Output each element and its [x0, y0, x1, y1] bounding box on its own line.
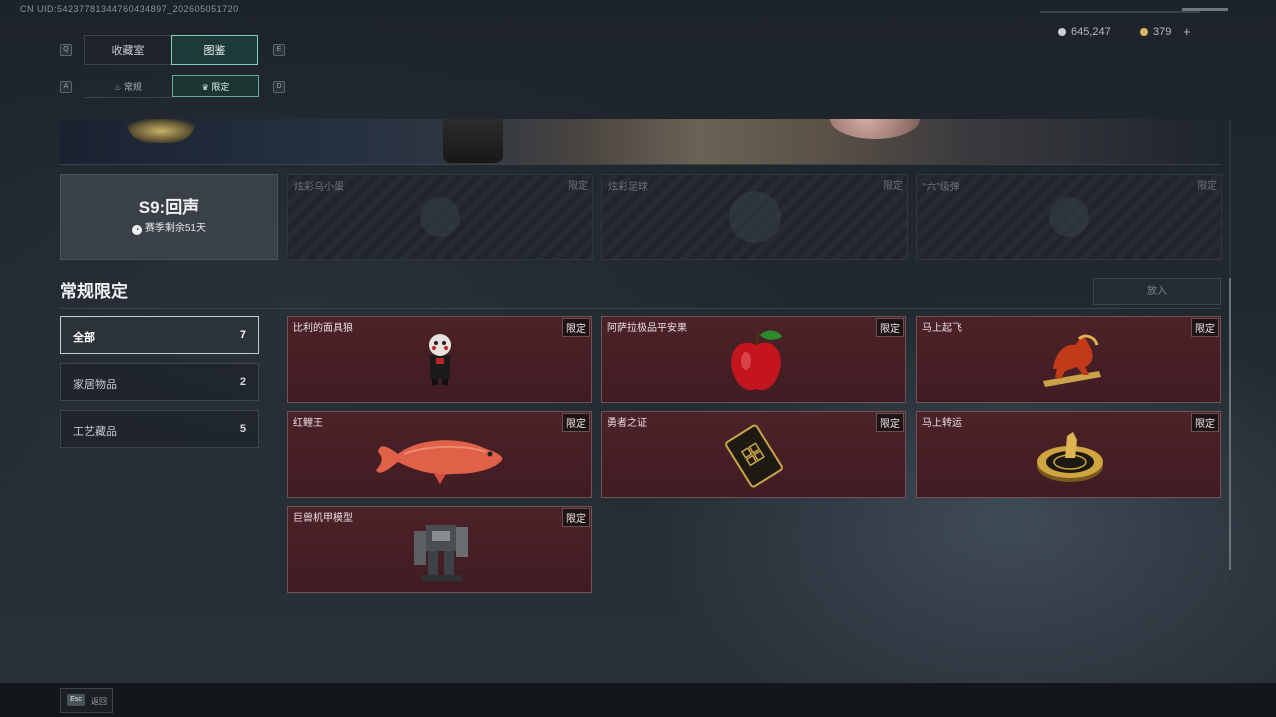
- item-name: 阿萨拉极品平安果: [607, 323, 687, 334]
- item-card[interactable]: 马上转运 限定: [916, 411, 1221, 498]
- item-name: 比利的面具狼: [293, 323, 353, 334]
- locked-item-name: “六”级弹: [923, 182, 960, 193]
- subtab-limited-label: 限定: [211, 82, 230, 92]
- limited-badge: 限定: [883, 181, 903, 192]
- section-title: 常规限定: [60, 282, 128, 301]
- subtab-prev-key[interactable]: A: [60, 81, 72, 93]
- section-divider: [60, 308, 1221, 309]
- banner-ornament: [126, 119, 196, 143]
- locked-item-name: 炫彩足球: [608, 182, 648, 193]
- season-remaining-text: 赛季剩余51天: [144, 223, 206, 234]
- tab-codex[interactable]: 图鉴: [171, 35, 258, 65]
- limited-badge: 限定: [562, 413, 590, 432]
- tab-prev-key[interactable]: Q: [60, 44, 72, 56]
- top-right-accent-line: [1040, 11, 1200, 13]
- filter-crafts[interactable]: 工艺藏品 5: [60, 410, 259, 448]
- top-right-accent-line: [1182, 8, 1228, 11]
- filter-count: 7: [239, 329, 246, 341]
- silver-coin-icon: [1058, 28, 1066, 37]
- item-card[interactable]: 阿萨拉极品平安果 限定: [601, 316, 906, 403]
- esc-key-icon: Esc: [67, 694, 85, 706]
- puppet-icon: [429, 334, 451, 385]
- badge-card-icon: [725, 424, 783, 488]
- gold-amount: 379: [1153, 26, 1172, 38]
- back-label: 返回: [91, 697, 107, 706]
- item-name: 勇者之证: [607, 418, 647, 429]
- carp-icon: [376, 440, 503, 484]
- horse-disk-icon: [1037, 432, 1103, 482]
- filter-count: 5: [239, 423, 246, 435]
- gold-currency: 379: [1140, 26, 1171, 38]
- subtab-regular[interactable]: ♨ 常规: [84, 76, 172, 98]
- item-name: 红鲤王: [293, 418, 323, 429]
- football-silhouette-icon: [728, 191, 781, 243]
- clock-icon: ◔: [132, 225, 143, 235]
- locked-item-card[interactable]: 炫彩足球 限定: [601, 174, 908, 260]
- silver-amount: 645,247: [1071, 26, 1111, 38]
- player-uid: CN UID:54237781344760434897_202605051720: [20, 4, 239, 14]
- item-card[interactable]: 红鲤王 限定: [287, 411, 592, 498]
- subtab-regular-label: 常规: [123, 82, 142, 92]
- limited-badge: 限定: [562, 318, 590, 337]
- banner-sphere: [830, 119, 920, 139]
- locked-item-card[interactable]: “六”级弹 限定: [916, 174, 1222, 260]
- filter-all[interactable]: 全部 7: [60, 316, 259, 354]
- item-name: 马上转运: [922, 418, 962, 429]
- silver-currency: 645,247: [1058, 26, 1111, 38]
- horse-statue-icon: [1043, 334, 1101, 387]
- footer-bar: [0, 683, 1276, 717]
- egg-silhouette-icon: [420, 197, 460, 237]
- filter-label: 全部: [73, 332, 95, 344]
- locked-item-card[interactable]: 炫彩乌小蛋 限定: [287, 174, 593, 260]
- bullet-silhouette-icon: [1049, 197, 1089, 237]
- locked-item-name: 炫彩乌小蛋: [294, 182, 344, 193]
- item-card[interactable]: 比利的面具狼 限定: [287, 316, 592, 403]
- crown-icon: ♛: [201, 83, 209, 92]
- scrollbar-thumb[interactable]: [1229, 278, 1231, 570]
- add-currency-button[interactable]: +: [1183, 24, 1191, 39]
- tab-collection-room[interactable]: 收藏室: [84, 35, 172, 65]
- filter-label: 工艺藏品: [73, 426, 117, 438]
- limited-badge: 限定: [876, 318, 904, 337]
- flame-icon: ♨: [114, 83, 122, 92]
- limited-badge: 限定: [876, 413, 904, 432]
- season-remaining: ◔ 赛季剩余51天: [61, 219, 277, 235]
- mech-model-icon: [414, 525, 468, 581]
- tab-next-key[interactable]: E: [273, 44, 285, 56]
- limited-badge: 限定: [1191, 318, 1219, 337]
- put-in-button[interactable]: 放入: [1093, 278, 1221, 305]
- filter-label: 家居物品: [73, 379, 117, 391]
- back-button[interactable]: Esc 返回: [60, 688, 113, 713]
- limited-badge: 限定: [568, 181, 588, 192]
- subtab-limited[interactable]: ♛ 限定: [172, 75, 259, 97]
- item-card[interactable]: 马上起飞 限定: [916, 316, 1221, 403]
- subtab-next-key[interactable]: D: [273, 81, 285, 93]
- filter-home-items[interactable]: 家居物品 2: [60, 363, 259, 401]
- banner-boots: [443, 119, 503, 163]
- item-card[interactable]: 巨兽机甲模型 限定: [287, 506, 592, 593]
- limited-badge: 限定: [1191, 413, 1219, 432]
- season-banner-image: [60, 119, 1221, 165]
- item-name: 巨兽机甲模型: [293, 513, 353, 524]
- item-card[interactable]: 勇者之证 限定: [601, 411, 906, 498]
- filter-count: 2: [239, 376, 246, 388]
- apple-icon: [731, 330, 782, 391]
- item-name: 马上起飞: [922, 323, 962, 334]
- limited-badge: 限定: [1197, 181, 1217, 192]
- limited-badge: 限定: [562, 508, 590, 527]
- season-card[interactable]: S9:回声 ◔ 赛季剩余51天: [60, 174, 278, 260]
- gold-coin-icon: [1140, 28, 1148, 37]
- season-title: S9:回声: [138, 198, 200, 217]
